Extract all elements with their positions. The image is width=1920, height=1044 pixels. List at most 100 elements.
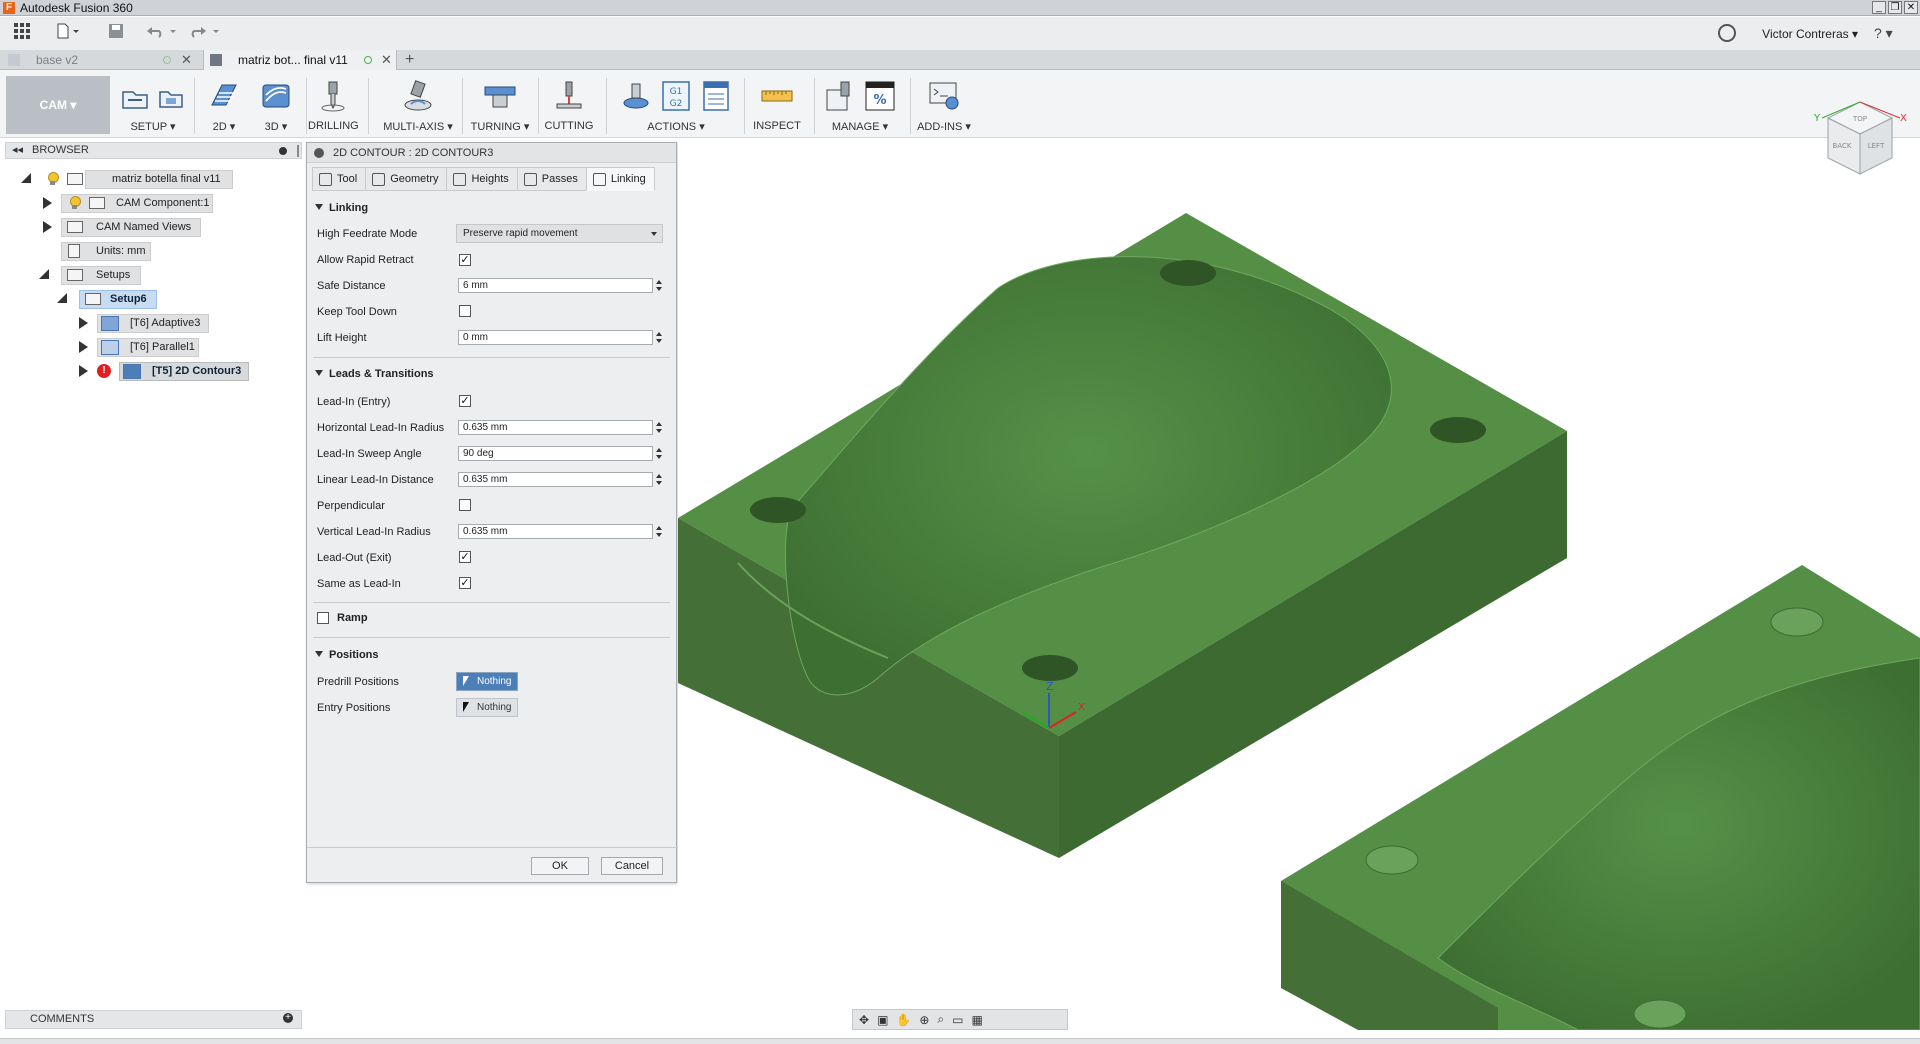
turning-group[interactable]: TURNING ▾	[470, 76, 530, 136]
expand-icon[interactable]	[43, 221, 52, 233]
browser-options-icon[interactable]	[279, 147, 287, 155]
perpendicular-label: Perpendicular	[317, 500, 385, 512]
tab-heights[interactable]: Heights	[446, 167, 517, 191]
safe-distance-input[interactable]	[458, 278, 653, 293]
user-menu[interactable]: Victor Contreras ▾	[1762, 27, 1858, 41]
3d-viewport[interactable]: Z X	[678, 138, 1920, 1030]
job-status-icon[interactable]	[1718, 24, 1736, 42]
linear-lead-in-distance-input[interactable]	[458, 472, 653, 487]
cutting-group[interactable]: CUTTING	[542, 76, 596, 136]
display-settings-icon[interactable]: ▭	[952, 1013, 963, 1027]
browser-resize-handle[interactable]	[297, 145, 299, 157]
ribbon-separator	[462, 78, 463, 134]
section-toggle-icon	[315, 370, 323, 376]
expand-icon[interactable]	[39, 269, 49, 279]
collapse-dialog-icon[interactable]	[314, 148, 324, 158]
3d-group-label: 3D ▾	[264, 121, 288, 133]
section-leads-transitions[interactable]: Leads & Transitions	[315, 368, 434, 380]
undo-icon[interactable]	[145, 23, 179, 43]
lead-in-sweep-angle-label: Lead-In Sweep Angle	[317, 448, 422, 460]
safe-distance-spinner[interactable]	[655, 278, 663, 293]
actions-group[interactable]: G1 G2 ACTIONS ▾	[614, 76, 738, 136]
expand-icon[interactable]	[79, 317, 88, 329]
view-cube[interactable]: TOP BACK LEFT X Y	[1812, 96, 1908, 186]
section-positions[interactable]: Positions	[315, 649, 379, 661]
app-grid-icon[interactable]	[12, 23, 32, 43]
zoom-icon[interactable]: ⊕	[919, 1013, 929, 1027]
inspect-group[interactable]: INSPECT	[752, 76, 802, 136]
drilling-group[interactable]: DRILLING	[308, 76, 359, 136]
ramp-checkbox[interactable]	[317, 612, 329, 624]
lift-height-input[interactable]	[458, 330, 653, 345]
redo-icon[interactable]	[188, 23, 222, 43]
vertical-lead-in-radius-spinner[interactable]	[655, 524, 663, 539]
add-ins-group[interactable]: ADD-INS ▾	[916, 76, 972, 136]
doc-tab-matriz[interactable]: matriz bot... final v11 ✕	[203, 50, 397, 70]
pan-icon[interactable]: ✋	[896, 1013, 911, 1027]
component-icon	[67, 173, 83, 185]
same-as-lead-in-checkbox[interactable]: ✓	[459, 577, 471, 589]
file-menu-icon[interactable]	[54, 23, 82, 43]
new-tab-icon[interactable]: +	[405, 51, 414, 69]
save-icon[interactable]	[106, 23, 126, 43]
help-menu[interactable]: ? ▾	[1874, 25, 1908, 42]
expand-icon[interactable]	[79, 341, 88, 353]
predrill-positions-selector[interactable]: Nothing	[456, 672, 518, 691]
horizontal-lead-in-radius-spinner[interactable]	[655, 420, 663, 435]
section-ramp[interactable]: Ramp	[337, 612, 368, 624]
mold-block-1[interactable]	[678, 213, 1567, 858]
close-tab-icon[interactable]: ✕	[181, 50, 192, 70]
linear-lead-in-distance-spinner[interactable]	[655, 472, 663, 487]
perpendicular-checkbox[interactable]	[459, 499, 471, 511]
tab-passes[interactable]: Passes	[516, 167, 586, 191]
high-feedrate-mode-select[interactable]: Preserve rapid movement	[456, 224, 663, 243]
close-window-button[interactable]: ✕	[1904, 1, 1918, 14]
workspace-switcher[interactable]: CAM ▾	[6, 76, 110, 134]
tab-geometry[interactable]: Geometry	[365, 167, 447, 191]
vertical-lead-in-radius-input[interactable]	[458, 524, 653, 539]
horizontal-lead-in-radius-input[interactable]	[458, 420, 653, 435]
doc-tab-base[interactable]: base v2 ✕	[0, 50, 200, 70]
lead-in-checkbox[interactable]: ✓	[459, 395, 471, 407]
lead-in-sweep-angle-input[interactable]	[458, 446, 653, 461]
expand-icon[interactable]	[43, 197, 52, 209]
expand-icon[interactable]	[57, 293, 67, 303]
visibility-bulb-icon[interactable]	[47, 172, 59, 186]
model-canvas[interactable]: Z X	[678, 138, 1920, 1030]
tab-linking[interactable]: Linking	[585, 167, 655, 191]
turning-icon	[483, 79, 517, 113]
setup-group[interactable]: SETUP ▾	[120, 76, 186, 136]
ribbon-separator	[814, 78, 815, 134]
tab-tool[interactable]: Tool	[312, 167, 366, 191]
lead-out-checkbox[interactable]: ✓	[459, 551, 471, 563]
grid-settings-icon[interactable]: ▦	[972, 1013, 983, 1027]
allow-rapid-retract-checkbox[interactable]: ✓	[459, 254, 471, 266]
lead-in-sweep-angle-spinner[interactable]	[655, 446, 663, 461]
section-linking[interactable]: Linking	[315, 202, 368, 214]
entry-positions-selector[interactable]: Nothing	[456, 698, 518, 717]
orbit-icon[interactable]: ✥	[859, 1013, 869, 1027]
keep-tool-down-checkbox[interactable]	[459, 305, 471, 317]
restore-button[interactable]: ❐	[1888, 1, 1902, 14]
cancel-button[interactable]: Cancel	[601, 857, 663, 875]
3d-group[interactable]: 3D ▾	[256, 76, 296, 136]
collapse-browser-icon[interactable]: ◂◂	[12, 143, 23, 156]
expand-icon[interactable]	[21, 173, 31, 183]
lift-height-spinner[interactable]	[655, 330, 663, 345]
fit-icon[interactable]: ⌕	[937, 1012, 944, 1027]
tool-library-icon	[823, 79, 857, 113]
close-tab-icon[interactable]: ✕	[381, 50, 392, 70]
ok-button[interactable]: OK	[531, 857, 589, 875]
minimize-button[interactable]: _	[1872, 1, 1886, 14]
contour-toolpath-icon	[123, 364, 141, 379]
2d-group[interactable]: 2D ▾	[204, 76, 244, 136]
comments-panel[interactable]: COMMENTS +	[5, 1010, 302, 1029]
look-at-icon[interactable]: ▣	[877, 1013, 888, 1027]
visibility-bulb-icon[interactable]	[69, 196, 81, 210]
add-comment-icon[interactable]: +	[283, 1013, 293, 1023]
manage-group[interactable]: % MANAGE ▾	[822, 76, 898, 136]
post-process-icon: G1 G2	[659, 79, 693, 113]
comments-title: COMMENTS	[30, 1013, 95, 1025]
multi-axis-group[interactable]: MULTI-AXIS ▾	[380, 76, 456, 136]
expand-icon[interactable]	[79, 365, 88, 377]
